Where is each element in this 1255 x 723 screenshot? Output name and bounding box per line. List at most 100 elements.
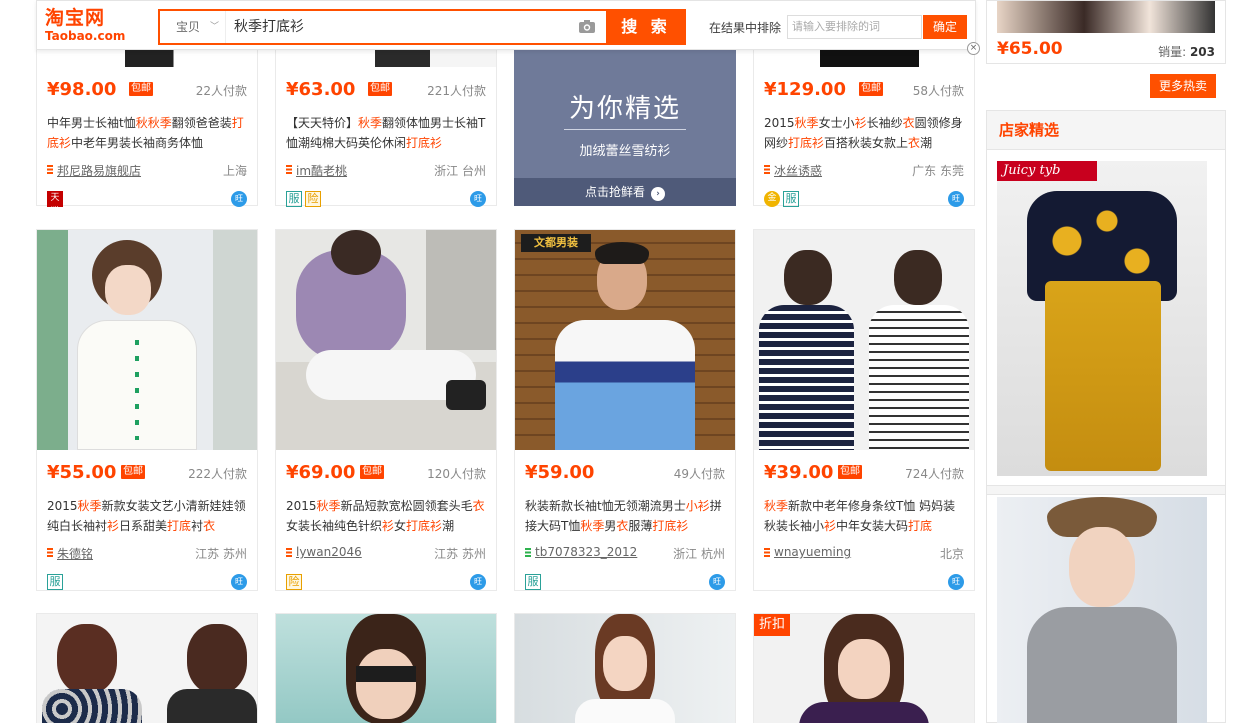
wangwang-icon[interactable]: 旺 xyxy=(231,191,247,207)
product-title[interactable]: 2015秋季女士小衫长袖纱衣圆领修身网纱打底衫百搭秋装女款上衣潮 xyxy=(764,113,966,153)
shop-link[interactable]: 邦尼路易旗舰店 xyxy=(47,162,141,179)
shop-link[interactable]: im酷老桃 xyxy=(286,162,347,179)
shop-link[interactable]: 朱德铭 xyxy=(47,545,93,562)
product-image[interactable] xyxy=(37,230,257,450)
product-price: ¥129.00 xyxy=(764,79,846,100)
product-price: ¥55.00 xyxy=(47,462,117,483)
brand-tag: Juicy tyb xyxy=(997,161,1097,181)
shop-name: tb7078323_2012 xyxy=(535,545,638,559)
more-hot-button[interactable]: 更多热卖 xyxy=(1150,74,1216,98)
shop-link[interactable]: tb7078323_2012 xyxy=(525,545,637,559)
title-part: 百搭秋装女款上 xyxy=(824,136,909,150)
wangwang-icon[interactable]: 旺 xyxy=(948,191,964,207)
product-image[interactable] xyxy=(754,230,974,450)
deal-count: 221人付款 xyxy=(427,84,486,98)
exclude-confirm-button[interactable]: 确定 xyxy=(923,15,967,39)
title-highlight: 打底衫 xyxy=(788,136,825,150)
wangwang-icon[interactable]: 旺 xyxy=(948,574,964,590)
badge-row: 天猫 xyxy=(47,191,66,217)
shop-icon xyxy=(764,548,770,557)
sales-label: 销量: xyxy=(1158,45,1187,59)
product-card[interactable]: ¥55.00 包邮 222人付款 2015秋季新款女装文艺小清新娃娃领纯白长袖衬… xyxy=(36,229,258,591)
product-price: ¥59.00 xyxy=(525,462,595,483)
deal-count: 22人付款 xyxy=(195,84,247,98)
wangwang-icon[interactable]: 旺 xyxy=(470,191,486,207)
product-price: ¥39.00 xyxy=(764,462,834,483)
search-input[interactable]: 秋季打底衫 xyxy=(234,11,304,43)
pick-image[interactable] xyxy=(997,497,1207,723)
hot-item-card[interactable]: ¥65.00 销量: 203 xyxy=(986,0,1226,64)
title-highlight: 衫 xyxy=(824,519,837,533)
insurance-badge-icon[interactable]: 险 xyxy=(305,191,321,207)
search-scope-label: 宝贝 xyxy=(176,20,201,34)
clothing-badge-icon[interactable]: 服 xyxy=(286,191,302,207)
clothing-badge-icon[interactable]: 服 xyxy=(525,574,541,590)
product-title[interactable]: 【天天特价】秋季翻领体恤男士长袖T恤潮纯棉大码英伦休闲打底衫 xyxy=(286,113,488,153)
panel-title: 店家精选 xyxy=(987,111,1225,150)
badge-row: 服 xyxy=(47,574,66,590)
product-title[interactable]: 秋季新款中老年修身条纹T恤 妈妈装秋装长袖小衫中年女装大码打底 xyxy=(764,496,966,536)
product-image[interactable] xyxy=(515,614,735,723)
product-title[interactable]: 秋装新款长袖t恤无领潮流男士小衫拼接大码T恤秋季男衣服薄打底衫 xyxy=(525,496,727,536)
free-shipping-badge: 包邮 xyxy=(838,465,862,479)
product-card[interactable] xyxy=(275,613,497,723)
title-part: 长袖纱 xyxy=(866,116,903,130)
product-card[interactable] xyxy=(36,613,258,723)
shop-name: wnayueming xyxy=(774,545,852,559)
title-part: 潮 xyxy=(920,136,933,150)
shop-link[interactable]: wnayueming xyxy=(764,545,851,559)
taobao-logo[interactable]: 淘宝网 Taobao.com xyxy=(45,7,145,45)
title-highlight: 打底衫 xyxy=(406,519,443,533)
product-card[interactable]: ¥69.00 包邮 120人付款 2015秋季新品短款宽松圆领套头毛衣女装长袖纯… xyxy=(275,229,497,591)
product-price: ¥63.00 xyxy=(286,79,356,100)
shop-link[interactable]: lywan2046 xyxy=(286,545,362,559)
title-part: 秋装新款长袖t恤无领潮流男士 xyxy=(525,499,686,513)
close-icon[interactable]: × xyxy=(967,42,980,55)
clothing-badge-icon[interactable]: 服 xyxy=(47,574,63,590)
title-highlight: 打底衫 xyxy=(406,136,443,150)
shop-name: 朱德铭 xyxy=(57,547,94,561)
exclude-input[interactable]: 请输入要排除的词 xyxy=(787,15,922,39)
title-highlight: 衫 xyxy=(107,519,120,533)
clothing-badge-icon[interactable]: 服 xyxy=(783,191,799,207)
free-shipping-badge: 包邮 xyxy=(129,82,153,96)
product-image[interactable] xyxy=(37,614,257,723)
product-card[interactable] xyxy=(514,613,736,723)
product-card[interactable]: ¥39.00 包邮 724人付款 秋季新款中老年修身条纹T恤 妈妈装秋装长袖小衫… xyxy=(753,229,975,591)
title-highlight: 秋季 xyxy=(764,499,789,513)
hot-item-image[interactable] xyxy=(997,1,1215,33)
hot-item-price: ¥65.00 xyxy=(997,39,1063,59)
product-title[interactable]: 2015秋季新款女装文艺小清新娃娃领纯白长袖衬衫日系甜美打底衬衣 xyxy=(47,496,249,536)
wangwang-icon[interactable]: 旺 xyxy=(231,574,247,590)
product-image[interactable]: 文都男装 xyxy=(515,230,735,450)
pick-image[interactable]: Juicy tyb xyxy=(997,161,1207,476)
shop-link[interactable]: 冰丝诱惑 xyxy=(764,162,822,179)
title-highlight: 衣 xyxy=(203,519,216,533)
location: 浙江 杭州 xyxy=(673,547,725,561)
product-image[interactable] xyxy=(276,614,496,723)
insurance-badge-icon[interactable]: 险 xyxy=(286,574,302,590)
ad-banner[interactable]: 为你精选 加绒蕾丝雪纺衫 点击抢鲜看 › xyxy=(514,40,736,206)
title-part: 服薄 xyxy=(628,519,653,533)
gold-seller-icon[interactable]: 金 xyxy=(764,191,780,207)
tmall-icon[interactable]: 天猫 xyxy=(47,191,63,217)
shop-icon xyxy=(286,548,292,557)
wangwang-icon[interactable]: 旺 xyxy=(470,574,486,590)
product-title[interactable]: 中年男士长袖t恤秋秋季翻领爸爸装打底衫中老年男装长袖商务体恤 xyxy=(47,113,249,153)
camera-icon[interactable] xyxy=(578,19,596,34)
title-part: 中年男士长袖t恤 xyxy=(47,116,136,130)
wangwang-icon[interactable]: 旺 xyxy=(709,574,725,590)
title-part: 2015 xyxy=(764,116,795,130)
product-card[interactable]: 文都男装 ¥59.00 49人付款 秋装新款长袖t恤无领潮流男士小衫拼接大码T恤… xyxy=(514,229,736,591)
location: 江苏 苏州 xyxy=(434,547,486,561)
badge-row: 服 xyxy=(525,574,544,590)
badge-row: 服险 xyxy=(286,191,324,207)
product-image[interactable] xyxy=(276,230,496,450)
product-title[interactable]: 2015秋季新品短款宽松圆领套头毛衣女装长袖纯色针织衫女打底衫潮 xyxy=(286,496,488,536)
product-card[interactable]: 折扣 xyxy=(753,613,975,723)
search-button[interactable]: 搜 索 xyxy=(606,9,686,45)
ad-cta-button[interactable]: 点击抢鲜看 › xyxy=(514,178,736,206)
shop-name: im酷老桃 xyxy=(296,164,348,178)
free-shipping-badge: 包邮 xyxy=(859,82,883,96)
search-scope-select[interactable]: 宝贝 ﹀ xyxy=(160,11,226,43)
